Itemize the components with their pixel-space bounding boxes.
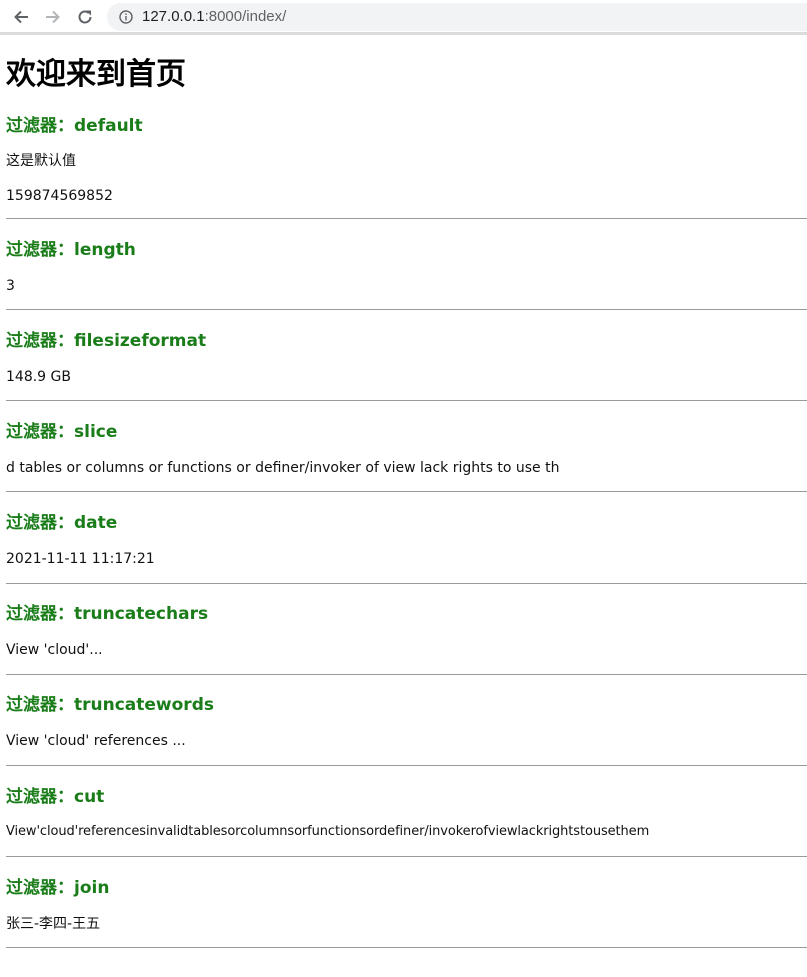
divider: [6, 765, 807, 766]
section-heading: 过滤器：date: [6, 513, 118, 533]
divider: [6, 309, 807, 310]
forward-button[interactable]: [41, 5, 65, 29]
divider: [6, 856, 807, 857]
divider: [6, 218, 807, 219]
section-value: 2021-11-11 11:17:21: [6, 551, 155, 567]
section-value: 这是默认值: [6, 153, 76, 169]
divider: [6, 400, 807, 401]
arrow-right-icon: [46, 10, 60, 24]
browser-toolbar: 127.0.0.1:8000/index/: [0, 0, 807, 35]
url-text[interactable]: 127.0.0.1:8000/index/: [142, 8, 286, 26]
section-heading: 过滤器：filesizeformat: [6, 331, 207, 351]
url-path: :8000/index/: [204, 8, 287, 25]
divider: [6, 947, 807, 948]
url-host: 127.0.0.1: [142, 8, 205, 25]
section-heading: 过滤器：cut: [6, 787, 105, 807]
divider: [6, 674, 807, 675]
reload-button[interactable]: [73, 5, 97, 29]
page-title: 欢迎来到首页: [6, 57, 186, 92]
arrow-left-icon: [14, 10, 28, 24]
section-value: View 'cloud' references ...: [6, 733, 186, 749]
address-bar[interactable]: 127.0.0.1:8000/index/: [107, 3, 807, 31]
section-heading: 过滤器：join: [6, 878, 110, 898]
reload-icon: [78, 10, 92, 24]
section-heading: 过滤器：length: [6, 240, 136, 260]
divider: [6, 491, 807, 492]
info-icon[interactable]: [119, 10, 133, 24]
section-value: View'cloud'referencesinvalidtablesorcolu…: [6, 824, 650, 839]
section-value: 3: [6, 278, 15, 294]
section-heading: 过滤器：default: [6, 116, 143, 136]
back-button[interactable]: [9, 5, 33, 29]
section-heading: 过滤器：slice: [6, 422, 118, 442]
section-value: d tables or columns or functions or defi…: [6, 460, 560, 476]
section-value: 张三-李四-王五: [6, 916, 101, 932]
section-value: View 'cloud'...: [6, 642, 103, 658]
divider: [6, 583, 807, 584]
section-heading: 过滤器：truncatewords: [6, 695, 214, 715]
section-value: 148.9 GB: [6, 369, 71, 385]
section-heading: 过滤器：truncatechars: [6, 604, 209, 624]
section-value: 159874569852: [6, 188, 113, 204]
